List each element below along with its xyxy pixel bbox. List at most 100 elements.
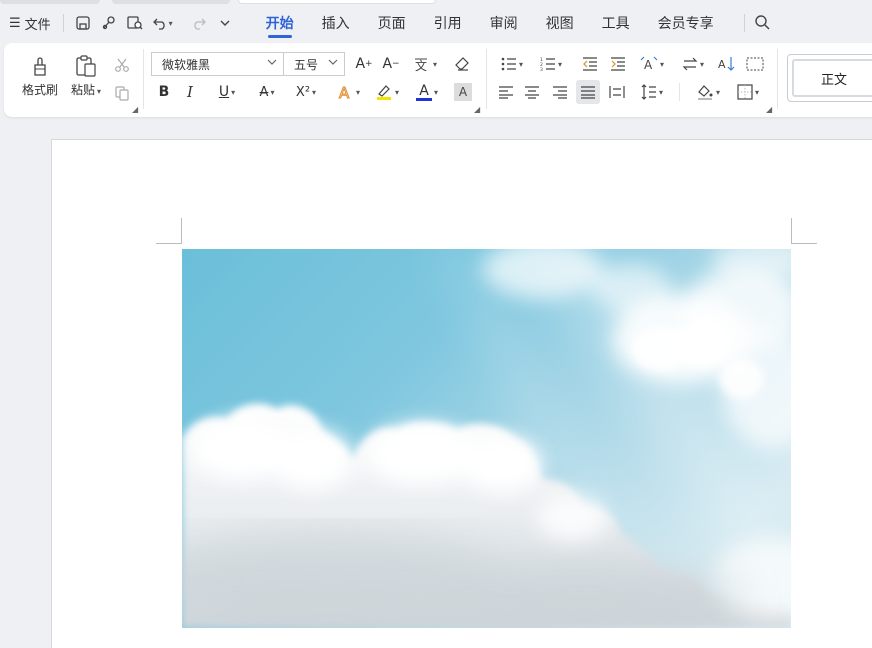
share-link-icon[interactable] (96, 10, 122, 36)
svg-text:A: A (644, 58, 653, 72)
format-painter-label: 格式刷 (21, 83, 58, 97)
font-size-value: 五号 (294, 57, 319, 72)
decrease-indent-icon[interactable] (579, 53, 601, 75)
font-dialog-launcher-icon[interactable]: ◢ (474, 105, 480, 114)
divider (777, 49, 778, 109)
window-tab[interactable] (0, 0, 100, 4)
bullets-button[interactable]: ▾ (497, 53, 527, 75)
tab-tools[interactable]: 工具 (602, 6, 630, 40)
format-painter-button[interactable]: 格式刷 (20, 51, 60, 98)
highlight-color-button[interactable]: ▾ (370, 81, 404, 103)
chevron-down-icon (267, 57, 277, 70)
chevron-down-icon: ▾ (97, 87, 102, 96)
align-left-icon[interactable] (495, 81, 517, 103)
style-normal[interactable]: 正文 (792, 59, 872, 97)
window-tab[interactable] (112, 0, 230, 4)
copy-icon[interactable] (112, 83, 132, 103)
bold-button[interactable]: B (154, 81, 174, 103)
font-size-select[interactable]: 五号 (283, 52, 345, 76)
tab-view[interactable]: 视图 (546, 6, 574, 40)
align-right-icon[interactable] (549, 81, 571, 103)
phonetic-guide-icon[interactable]: 文 ▾ (408, 53, 442, 75)
crop-mark (181, 218, 182, 243)
borders-button[interactable]: ▾ (732, 81, 764, 103)
justify-icon[interactable] (576, 80, 600, 104)
numbering-button[interactable]: 123 ▾ (536, 53, 566, 75)
chevron-down-icon: ▾ (394, 87, 399, 97)
search-icon[interactable] (754, 14, 770, 34)
chevron-down-icon: ▾ (715, 87, 720, 97)
superscript-button[interactable]: X² ▾ (290, 81, 322, 103)
crop-mark (791, 243, 817, 244)
strikethrough-button[interactable]: A ▾ (251, 81, 283, 103)
chevron-down-icon (328, 57, 338, 70)
crop-mark (156, 243, 182, 244)
ribbon-toolbar: 格式刷 粘贴 ▾ ◢ 微软雅黑 五号 A + A − 文 ▾ B I U ▾ A… (4, 43, 872, 117)
chevron-down-icon: ▾ (658, 87, 663, 97)
divider (62, 14, 64, 32)
tab-page[interactable]: 页面 (378, 6, 406, 40)
print-preview-icon[interactable] (122, 10, 148, 36)
file-menu[interactable]: ☰ 文件 (9, 14, 51, 33)
shading-button[interactable]: ▾ (692, 81, 724, 103)
chevron-down-icon: ▾ (355, 87, 360, 97)
window-tab-active[interactable] (238, 0, 436, 4)
line-spacing-button[interactable]: ▾ (636, 81, 668, 103)
cut-icon[interactable] (112, 55, 132, 75)
undo-icon[interactable]: ▾ (148, 10, 178, 36)
paragraph-dialog-launcher-icon[interactable]: ◢ (766, 105, 772, 114)
save-icon[interactable] (70, 10, 96, 36)
chevron-down-icon: ▾ (754, 87, 759, 97)
chevron-down-icon: ▾ (231, 87, 236, 97)
align-center-icon[interactable] (521, 81, 543, 103)
svg-text:文: 文 (415, 58, 427, 73)
divider (143, 49, 144, 109)
paste-icon (74, 51, 98, 81)
divider (486, 49, 487, 109)
clear-formatting-icon[interactable] (451, 53, 473, 75)
tab-home[interactable]: 开始 (266, 6, 294, 40)
customize-chevron-icon[interactable] (212, 10, 238, 36)
paste-button[interactable]: 粘贴 ▾ (66, 51, 106, 98)
divider (679, 83, 680, 101)
chevron-down-icon: ▾ (432, 59, 437, 69)
sort-icon[interactable]: A (716, 53, 738, 75)
chevron-down-icon: ▾ (518, 59, 523, 69)
crop-mark (791, 218, 792, 243)
text-direction-button[interactable]: A ▾ (636, 53, 668, 75)
underline-button[interactable]: U ▾ (210, 81, 244, 103)
tab-references[interactable]: 引用 (434, 6, 462, 40)
text-effects-button[interactable]: A ▾ (331, 81, 365, 103)
redo-icon[interactable] (186, 10, 212, 36)
grow-font-icon[interactable]: A + (353, 53, 375, 75)
ribbon-tabs: 开始 插入 页面 引用 审阅 视图 工具 会员专享 (266, 6, 714, 40)
chevron-down-icon: ▾ (270, 87, 275, 97)
chevron-down-icon: ▾ (168, 18, 173, 28)
show-marks-icon[interactable] (744, 53, 766, 75)
svg-text:A: A (339, 84, 350, 101)
distributed-align-icon[interactable] (606, 81, 628, 103)
sky-clouds-image[interactable] (182, 249, 791, 628)
svg-text:A: A (718, 58, 726, 71)
italic-button[interactable]: I (180, 81, 200, 103)
tab-member[interactable]: 会员专享 (658, 6, 714, 40)
tab-review[interactable]: 审阅 (490, 6, 518, 40)
paste-label: 粘贴 (70, 83, 95, 97)
chevron-down-icon: ▾ (557, 59, 562, 69)
svg-text:3: 3 (540, 67, 543, 71)
clipboard-dialog-launcher-icon[interactable]: ◢ (132, 105, 138, 114)
shrink-font-icon[interactable]: A − (380, 53, 402, 75)
hamburger-icon: ☰ (9, 15, 21, 31)
character-shading-button[interactable]: A (454, 83, 472, 101)
increase-indent-icon[interactable] (607, 53, 629, 75)
bidi-direction-button[interactable]: ▾ (677, 53, 709, 75)
menu-bar: ☰ 文件 ▾ 开始 插入 页面 引用 审阅 视图 工具 会员专享 (0, 6, 872, 40)
font-color-button[interactable]: A ▾ (410, 81, 444, 103)
window-tab-strip (0, 0, 872, 4)
chevron-down-icon: ▾ (659, 59, 664, 69)
font-name-select[interactable]: 微软雅黑 (151, 52, 284, 76)
chevron-down-icon: ▾ (433, 87, 438, 97)
file-menu-label: 文件 (24, 17, 51, 33)
quick-access-toolbar: ▾ (70, 10, 238, 36)
tab-insert[interactable]: 插入 (322, 6, 350, 40)
